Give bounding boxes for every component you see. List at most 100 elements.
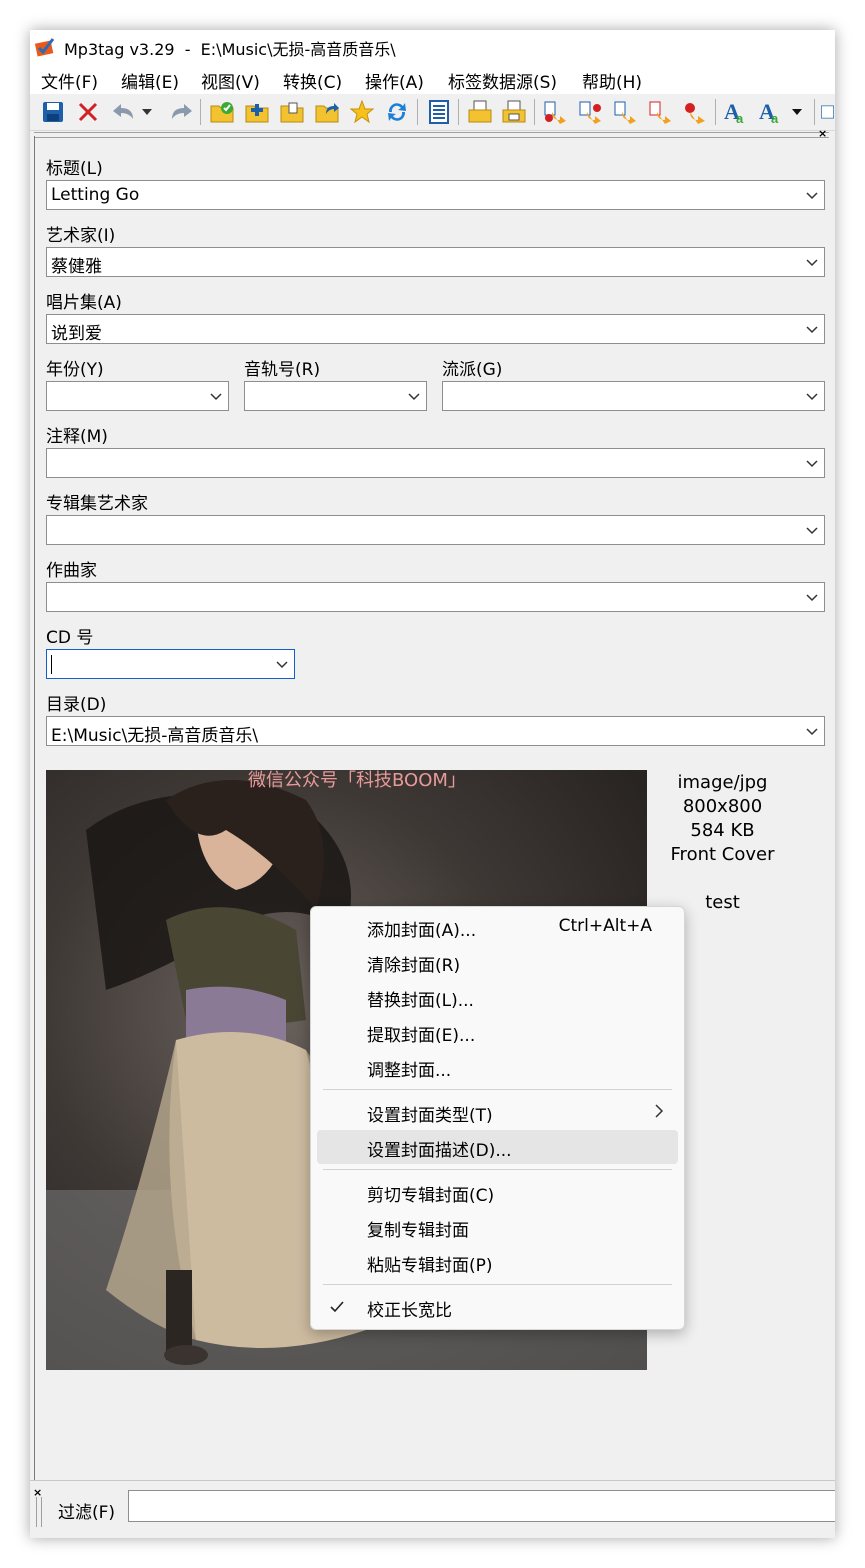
menu-help[interactable]: 帮助(H) [582,68,642,93]
overflow-toolbar-icon[interactable] [820,97,835,127]
chevron-down-icon[interactable] [806,726,818,736]
chevron-down-icon[interactable] [806,592,818,602]
menu-item-replace-cover[interactable]: 替换封面(L)... [317,980,678,1014]
folder-export-icon[interactable] [277,97,307,127]
menu-item-extract-cover[interactable]: 提取封面(E)... [317,1015,678,1049]
track-field[interactable] [244,381,427,411]
text-caret [51,655,52,674]
menu-item-label: 替换封面(L)... [367,991,474,1011]
svg-text:a: a [736,111,744,125]
title-field[interactable]: Letting Go [46,180,825,210]
menu-item-remove-cover[interactable]: 清除封面(R) [317,945,678,979]
chevron-down-icon[interactable] [806,525,818,535]
refresh-icon[interactable] [382,97,412,127]
panel-splitter[interactable] [34,132,829,138]
cover-size: 584 KB [690,820,755,841]
text-file-to-tag-icon[interactable] [645,97,675,127]
toolbar-separator [814,99,815,125]
case-conversion-icon[interactable] [680,97,710,127]
menu-separator [323,1284,672,1285]
menu-item-add-cover[interactable]: 添加封面(A)... Ctrl+Alt+A [317,910,678,944]
svg-text:a: a [771,111,779,125]
watermark-text: 微信公众号「科技BOOM」 [248,770,466,791]
toolbar-separator [200,99,201,125]
actions-icon[interactable]: Aa [756,97,786,127]
menu-view[interactable]: 视图(V) [201,68,260,93]
redo-icon[interactable] [166,97,196,127]
toolbar-separator [715,99,716,125]
menu-convert[interactable]: 转换(C) [283,68,342,93]
menu-item-adjust-cover[interactable]: 调整封面... [317,1050,678,1084]
chevron-down-icon[interactable] [408,391,420,401]
filter-bar: × 过滤(F) [30,1480,835,1538]
tag-to-tag-icon[interactable] [610,97,640,127]
chevron-down-icon[interactable] [276,659,288,669]
comment-label: 注释(M) [46,427,108,447]
track-label: 音轨号(R) [244,360,321,380]
actions-dropdown-icon[interactable] [788,97,806,127]
playlist-icon[interactable] [424,97,454,127]
directory-field[interactable]: E:\Music\无损-高音质音乐\ [46,716,825,746]
panel-close-icon[interactable]: × [818,127,827,140]
menu-item-paste-cover[interactable]: 粘贴专辑封面(P) [317,1245,678,1279]
menu-actions[interactable]: 操作(A) [365,68,424,93]
filter-label: 过滤(F) [58,1503,116,1523]
chevron-down-icon[interactable] [806,458,818,468]
menu-separator [323,1169,672,1170]
artist-label: 艺术家(I) [46,226,116,246]
cover-dimensions: 800x800 [682,796,763,817]
change-directory-icon[interactable] [207,97,237,127]
year-label: 年份(Y) [46,360,104,380]
directory-value: E:\Music\无损-高音质音乐\ [51,726,259,746]
filename-to-tag-icon[interactable] [575,97,605,127]
discnumber-field[interactable] [46,649,295,679]
comment-field[interactable] [46,448,825,478]
chevron-down-icon[interactable] [806,324,818,334]
menu-edit[interactable]: 编辑(E) [121,68,179,93]
menu-item-set-cover-description[interactable]: 设置封面描述(D)... [317,1130,678,1164]
album-field[interactable]: 说到爱 [46,314,825,344]
menu-item-label: 粘贴专辑封面(P) [367,1256,493,1276]
grip-handle[interactable] [36,1497,42,1527]
menu-item-aspect-ratio[interactable]: 校正长宽比 [317,1290,678,1324]
menu-item-label: 设置封面描述(D)... [367,1141,512,1161]
year-field[interactable] [46,381,229,411]
menu-item-copy-cover[interactable]: 复制专辑封面 [317,1210,678,1244]
open-folder-icon[interactable] [312,97,342,127]
genre-field[interactable] [442,381,825,411]
directory-label: 目录(D) [46,695,107,715]
album-label: 唱片集(A) [46,293,122,313]
actions-quick-icon[interactable]: Aa [721,97,751,127]
add-directory-icon[interactable] [242,97,272,127]
menu-item-label: 调整封面... [367,1061,452,1081]
menu-file[interactable]: 文件(F) [41,68,98,93]
undo-icon[interactable] [109,97,139,127]
chevron-down-icon[interactable] [210,391,222,401]
menu-item-set-cover-type[interactable]: 设置封面类型(T) [317,1095,678,1129]
app-window: Mp3tag v3.29 - E:\Music\无损-高音质音乐\ 文件(F) … [30,30,835,1538]
remove-tag-icon[interactable] [73,97,103,127]
tag-to-filename-icon[interactable] [540,97,570,127]
menu-item-cut-cover[interactable]: 剪切专辑封面(C) [317,1175,678,1209]
composer-field[interactable] [46,582,825,612]
save-icon[interactable] [38,97,68,127]
undo-dropdown-icon[interactable] [138,97,156,127]
filter-input[interactable] [128,1490,835,1522]
mp3tag-app-icon [34,38,55,57]
print-preview-icon[interactable] [499,97,529,127]
genre-label: 流派(G) [442,360,503,380]
menu-item-shortcut: Ctrl+Alt+A [558,916,652,936]
panel-left-border [34,136,35,1482]
favorites-star-icon[interactable] [347,97,377,127]
menu-item-label: 设置封面类型(T) [367,1106,493,1126]
toolbar-separator [534,99,535,125]
print-icon[interactable] [465,97,495,127]
chevron-down-icon[interactable] [806,257,818,267]
artist-field[interactable]: 蔡健雅 [46,247,825,277]
menu-tag-sources[interactable]: 标签数据源(S) [448,68,557,93]
chevron-down-icon[interactable] [806,190,818,200]
album-artist-field[interactable] [46,515,825,545]
menu-item-label: 剪切专辑封面(C) [367,1186,495,1206]
chevron-down-icon[interactable] [806,391,818,401]
menu-separator [323,1089,672,1090]
